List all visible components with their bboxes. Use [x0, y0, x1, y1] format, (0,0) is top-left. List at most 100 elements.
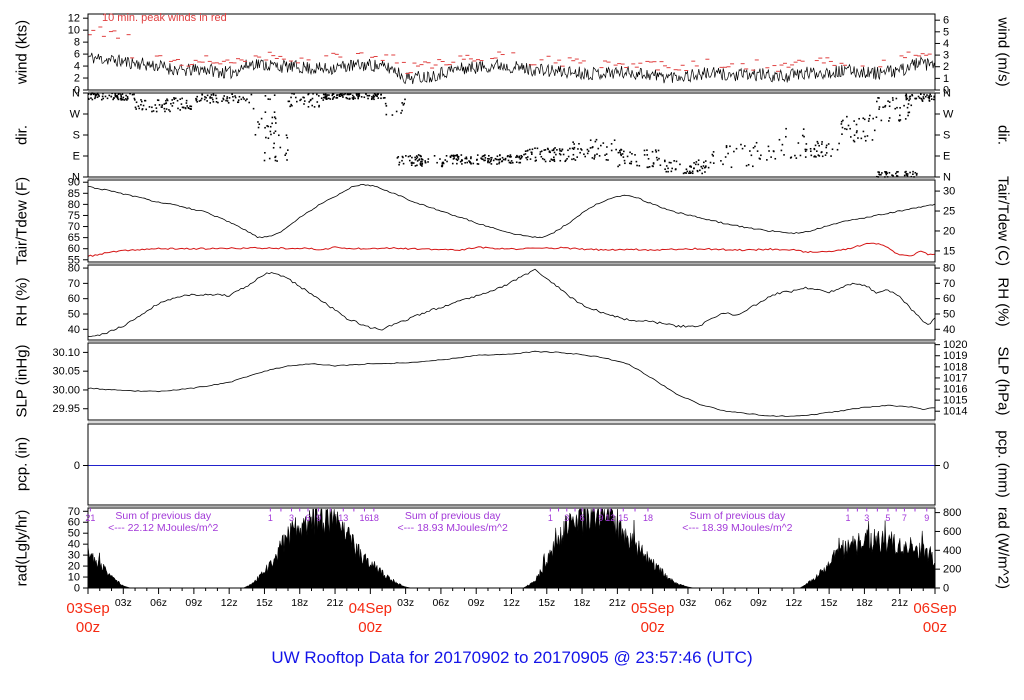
svg-text:65: 65: [68, 232, 80, 244]
axis-label-temp-right: Tair/Tdew (C): [994, 175, 1012, 267]
svg-text:3: 3: [864, 513, 869, 523]
svg-text:Sum of previous day: Sum of previous day: [405, 510, 501, 522]
svg-text:15: 15: [618, 513, 628, 523]
svg-text:30.00: 30.00: [52, 384, 80, 396]
svg-text:20: 20: [943, 225, 955, 237]
svg-text:03z: 03z: [397, 597, 414, 609]
svg-text:29.95: 29.95: [52, 403, 80, 415]
svg-text:9: 9: [924, 513, 929, 523]
svg-text:40: 40: [68, 539, 80, 551]
svg-text:5: 5: [943, 26, 949, 38]
svg-text:Sum of previous day: Sum of previous day: [115, 510, 211, 522]
chart-title: UW Rooftop Data for 20170902 to 20170905…: [271, 648, 753, 667]
axis-label-wind-left: wind (kts): [13, 19, 31, 85]
svg-text:21z: 21z: [327, 597, 344, 609]
svg-text:15z: 15z: [821, 597, 838, 609]
svg-text:1017: 1017: [943, 372, 967, 384]
svg-text:12: 12: [68, 13, 80, 25]
svg-text:2: 2: [74, 73, 80, 85]
svg-text:50: 50: [68, 528, 80, 540]
svg-text:40: 40: [68, 324, 80, 336]
svg-text:9: 9: [598, 513, 603, 523]
svg-text:13: 13: [338, 513, 348, 523]
svg-text:6: 6: [305, 513, 310, 523]
svg-text:1: 1: [548, 513, 553, 523]
svg-text:30: 30: [68, 550, 80, 562]
svg-text:800: 800: [943, 507, 961, 519]
svg-text:09z: 09z: [185, 597, 202, 609]
svg-text:E: E: [943, 151, 950, 163]
svg-text:09z: 09z: [468, 597, 485, 609]
svg-text:03Sep: 03Sep: [66, 600, 109, 617]
svg-text:40: 40: [943, 324, 955, 336]
axis-label-pcp-right: pcp. (mm): [994, 430, 1012, 498]
meteogram-svg: 0246810120123456NWSENNWSEN55606570758085…: [52, 13, 967, 636]
svg-text:05Sep: 05Sep: [631, 600, 674, 617]
svg-text:0: 0: [74, 583, 80, 595]
svg-text:21: 21: [85, 513, 95, 523]
axis-label-rh-left: RH (%): [13, 277, 31, 327]
axis-label-wind-right: wind (m/s): [994, 17, 1012, 87]
svg-text:Sum of previous day: Sum of previous day: [690, 510, 786, 522]
svg-text:0: 0: [74, 460, 80, 472]
svg-text:6: 6: [74, 49, 80, 61]
svg-text:1016: 1016: [943, 384, 967, 396]
axis-label-temp-left: Tair/Tdew (F): [13, 176, 31, 266]
svg-text:W: W: [70, 109, 81, 121]
svg-text:N: N: [943, 172, 951, 184]
svg-text:6: 6: [580, 513, 585, 523]
svg-text:3: 3: [564, 513, 569, 523]
svg-text:1019: 1019: [943, 350, 967, 362]
axis-label-slp-left: SLP (inHg): [13, 344, 31, 418]
svg-text:12z: 12z: [221, 597, 238, 609]
svg-text:50: 50: [943, 308, 955, 320]
svg-text:09z: 09z: [750, 597, 767, 609]
meteogram-figure: 0 2 4 6 8 10 12 0 1 2 3 4 5 6 N W S E N N W S E N 55 60 65 70 75 80 85…: [0, 0, 1024, 700]
svg-text:4: 4: [943, 38, 949, 50]
svg-text:1018: 1018: [943, 361, 967, 373]
svg-text:60: 60: [68, 293, 80, 305]
svg-text:18z: 18z: [291, 597, 308, 609]
svg-text:70: 70: [68, 278, 80, 290]
svg-text:S: S: [943, 130, 950, 142]
svg-text:90: 90: [68, 177, 80, 189]
svg-text:2: 2: [943, 61, 949, 73]
svg-text:600: 600: [943, 526, 961, 538]
svg-text:9: 9: [316, 513, 321, 523]
axis-label-rh-right: RH (%): [994, 277, 1012, 327]
svg-text:30.05: 30.05: [52, 366, 80, 378]
svg-text:200: 200: [943, 564, 961, 576]
svg-text:<--- 22.12 MJoules/m^2: <--- 22.12 MJoules/m^2: [108, 522, 218, 534]
svg-text:30.10: 30.10: [52, 347, 80, 359]
svg-text:60: 60: [68, 517, 80, 529]
svg-text:06z: 06z: [432, 597, 449, 609]
svg-text:50: 50: [68, 308, 80, 320]
svg-text:E: E: [73, 151, 80, 163]
svg-text:1015: 1015: [943, 395, 967, 407]
svg-text:06z: 06z: [715, 597, 732, 609]
svg-text:0: 0: [943, 460, 949, 472]
svg-text:W: W: [943, 109, 954, 121]
svg-text:N: N: [72, 88, 80, 100]
axis-label-slp-right: SLP (hPa): [994, 346, 1012, 416]
svg-text:75: 75: [68, 210, 80, 222]
svg-text:15z: 15z: [538, 597, 555, 609]
svg-text:1: 1: [268, 513, 273, 523]
svg-text:4: 4: [74, 61, 80, 73]
svg-text:00z: 00z: [923, 619, 947, 636]
svg-text:1: 1: [845, 513, 850, 523]
svg-text:04Sep: 04Sep: [349, 600, 392, 617]
svg-text:60: 60: [68, 243, 80, 255]
axis-label-rad-right: rad (W/m^2): [994, 506, 1012, 590]
svg-text:21z: 21z: [891, 597, 908, 609]
svg-text:<--- 18.39 MJoules/m^2: <--- 18.39 MJoules/m^2: [682, 522, 792, 534]
svg-text:18z: 18z: [856, 597, 873, 609]
axis-label-rad-left: rad(Lgly/hr): [13, 509, 31, 587]
svg-text:03z: 03z: [115, 597, 132, 609]
svg-text:70: 70: [68, 506, 80, 518]
svg-text:1020: 1020: [943, 339, 967, 351]
svg-text:<--- 18.93 MJoules/m^2: <--- 18.93 MJoules/m^2: [398, 522, 508, 534]
svg-text:00z: 00z: [76, 619, 100, 636]
svg-text:12z: 12z: [785, 597, 802, 609]
peak-winds-note: 10 min. peak winds in red: [102, 12, 227, 24]
